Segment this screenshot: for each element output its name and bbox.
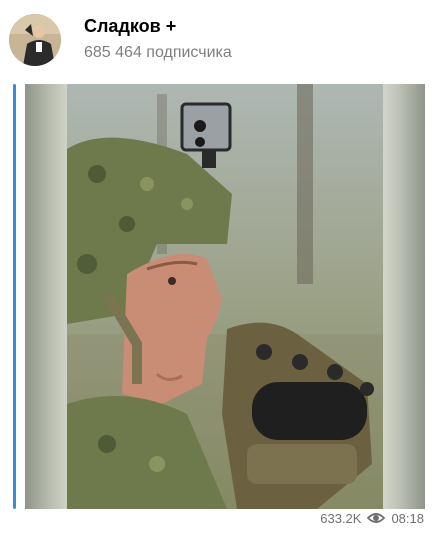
quote-bar — [13, 84, 16, 509]
eye-icon — [367, 513, 386, 523]
avatar-image — [9, 14, 61, 66]
post-message: 633.2K 08:18 — [0, 76, 432, 533]
post-footer: 633.2K 08:18 — [320, 509, 424, 527]
soldier-photo — [67, 84, 383, 509]
channel-header: Сладков + 685 464 подписчика — [0, 0, 432, 77]
photo-blur-left — [25, 84, 67, 509]
soldier-illustration — [67, 84, 383, 509]
channel-avatar[interactable] — [9, 14, 61, 66]
photo-blur-right — [383, 84, 425, 509]
post-photo[interactable] — [25, 84, 425, 509]
view-count: 633.2K — [320, 510, 362, 526]
subscriber-count: 685 464 подписчика — [84, 44, 232, 61]
channel-title[interactable]: Сладков + — [84, 16, 176, 37]
post-time: 08:18 — [391, 510, 424, 526]
